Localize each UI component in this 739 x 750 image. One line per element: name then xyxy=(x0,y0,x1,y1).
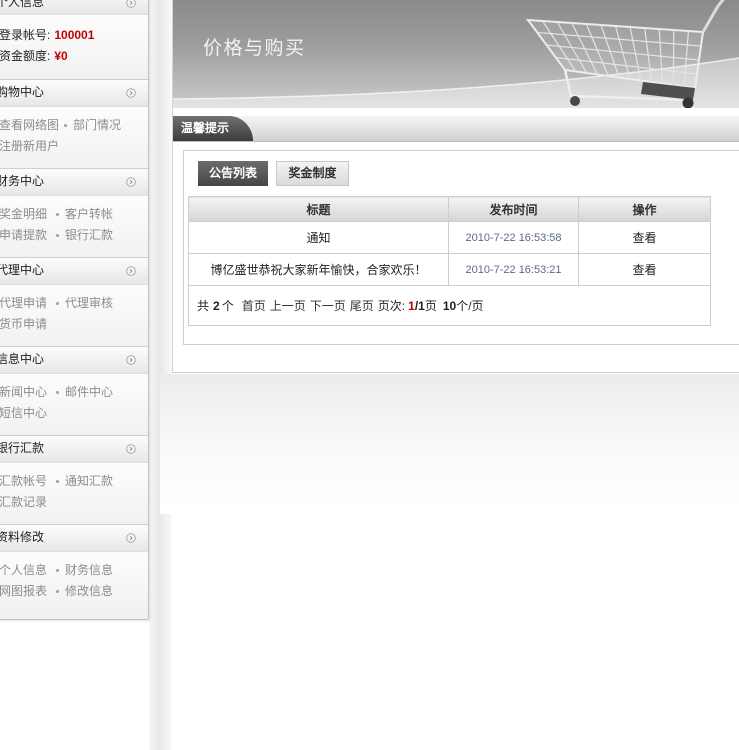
table-row: 博亿盛世恭祝大家新年愉快，合家欢乐！ 2010-7-22 16:53:21 查看 xyxy=(188,253,711,286)
notice-title: 温馨提示 xyxy=(173,116,253,141)
sidebar-item-personal-info[interactable]: 个人信息 xyxy=(0,560,51,581)
sidebar-section-title: 信息中心 xyxy=(0,352,45,366)
balance-value: ¥0 xyxy=(54,49,68,63)
sidebar-section-info-header[interactable]: 信息中心 xyxy=(0,346,148,373)
profile-panel: 登录帐号: 100001 资金额度: ¥0 xyxy=(0,14,148,79)
sidebar-item-sms-center[interactable]: 短信中心 xyxy=(0,403,51,424)
sidebar-section-shopping-menu: 查看网络图 部门情况 注册新用户 xyxy=(0,106,148,168)
sidebar-section-finance-header[interactable]: 财务中心 xyxy=(0,168,148,195)
sidebar-item-register-user[interactable]: 注册新用户 xyxy=(0,136,59,157)
table-header-row: 标题 发布时间 操作 xyxy=(188,196,711,222)
circle-arrow-icon[interactable] xyxy=(126,177,136,187)
sidebar-footer xyxy=(0,613,148,619)
page-banner: 价格与购买 xyxy=(173,0,739,108)
pager-per-page: 10 xyxy=(442,299,457,313)
sidebar: 个人信息 登录帐号: 100001 资金额度: ¥0 购物中心 查看网络图 部门情况 … xyxy=(0,0,149,620)
sidebar-item-bonus-detail[interactable]: 奖金明细 xyxy=(0,204,51,225)
sidebar-section-title: 代理中心 xyxy=(0,263,45,277)
sidebar-item-withdraw-request[interactable]: 申请提款 xyxy=(0,225,51,246)
notice-time-cell: 2010-7-22 16:53:21 xyxy=(448,253,579,286)
sidebar-item-notify-remit[interactable]: 通知汇款 xyxy=(55,471,113,492)
pager-page-label: 页次: xyxy=(377,299,406,313)
sidebar-section-bank-remit-header[interactable]: 银行汇款 xyxy=(0,435,148,462)
page-title: 价格与购买 xyxy=(203,38,306,59)
pager-current-page: 1 xyxy=(408,299,415,313)
circle-arrow-icon[interactable] xyxy=(126,88,136,98)
main-content: 价格与购买 温馨提示 公告列表 奖金制度 标题 发布时间 操作 通知 2010-… xyxy=(172,0,739,373)
sidebar-item-agent-review[interactable]: 代理审核 xyxy=(55,293,113,314)
sidebar-item-mail-center[interactable]: 邮件中心 xyxy=(55,382,113,403)
view-link[interactable]: 查看 xyxy=(578,253,711,286)
pager-total-suffix: 个 xyxy=(221,299,234,313)
circle-arrow-icon[interactable] xyxy=(126,0,136,8)
notice-title-cell: 博亿盛世恭祝大家新年愉快，合家欢乐！ xyxy=(188,253,449,286)
sidebar-item-finance-info[interactable]: 财务信息 xyxy=(55,560,113,581)
pager-total-pages: /1 xyxy=(414,299,425,313)
pager-last-link[interactable]: 尾页 xyxy=(350,297,374,314)
tab-bonus-policy[interactable]: 奖金制度 xyxy=(276,161,349,186)
column-header-action: 操作 xyxy=(578,196,711,222)
pager-total-count: 2 xyxy=(213,299,220,313)
content-bottom-fade xyxy=(160,374,739,514)
pagination-row: 共 2 个首页 上一页 下一页 尾页 页次: 1/1页 10个/页 xyxy=(188,285,711,326)
pager-total-prefix: 共 xyxy=(197,299,210,313)
notice-time-cell: 2010-7-22 16:53:58 xyxy=(448,221,579,254)
sidebar-item-remit-records[interactable]: 汇款记录 xyxy=(0,492,51,513)
sidebar-item-currency-apply[interactable]: 货币申请 xyxy=(0,314,51,335)
sidebar-section-title: 资料修改 xyxy=(0,530,45,544)
sidebar-section-profile-edit-menu: 个人信息 财务信息 网图报表 修改信息 xyxy=(0,551,148,613)
sidebar-item-remit-account[interactable]: 汇款帐号 xyxy=(0,471,51,492)
circle-arrow-icon[interactable] xyxy=(126,355,136,365)
sidebar-section-finance-menu: 奖金明细 客户转帐 申请提款 银行汇款 xyxy=(0,195,148,257)
table-row: 通知 2010-7-22 16:53:58 查看 xyxy=(188,221,711,254)
sidebar-item-bank-remit[interactable]: 银行汇款 xyxy=(55,225,113,246)
sidebar-section-title: 个人信息 xyxy=(0,0,45,9)
sidebar-section-profile-edit-header[interactable]: 资料修改 xyxy=(0,524,148,551)
sidebar-item-view-network[interactable]: 查看网络图 xyxy=(0,115,59,136)
sidebar-section-profile-header[interactable]: 个人信息 xyxy=(0,0,148,14)
circle-arrow-icon[interactable] xyxy=(126,533,136,543)
sidebar-section-shopping-header[interactable]: 购物中心 xyxy=(0,79,148,106)
pagination: 共 2 个首页 上一页 下一页 尾页 页次: 1/1页 10个/页 xyxy=(188,285,711,326)
sidebar-item-edit-info[interactable]: 修改信息 xyxy=(55,581,113,602)
sidebar-section-info-menu: 新闻中心 邮件中心 短信中心 xyxy=(0,373,148,435)
pager-next-link[interactable]: 下一页 xyxy=(310,297,346,314)
notice-title-bar: 温馨提示 xyxy=(173,116,739,142)
tab-announcements[interactable]: 公告列表 xyxy=(198,161,268,186)
pager-first-link[interactable]: 首页 xyxy=(242,297,266,314)
pager-page-unit: 页 xyxy=(424,299,437,313)
sidebar-item-news-center[interactable]: 新闻中心 xyxy=(0,382,51,403)
notice-table: 标题 发布时间 操作 通知 2010-7-22 16:53:58 查看 博亿盛世… xyxy=(188,196,711,326)
pager-per-page-unit: 个/页 xyxy=(456,299,484,313)
column-header-time: 发布时间 xyxy=(448,196,579,222)
sidebar-section-agent-header[interactable]: 代理中心 xyxy=(0,257,148,284)
balance-row: 资金额度: ¥0 xyxy=(0,46,148,67)
circle-arrow-icon[interactable] xyxy=(126,266,136,276)
balance-label: 资金额度: xyxy=(0,49,51,63)
account-label: 登录帐号: xyxy=(0,28,51,42)
sidebar-section-title: 财务中心 xyxy=(0,174,45,188)
sidebar-section-title: 银行汇款 xyxy=(0,441,45,455)
account-row: 登录帐号: 100001 xyxy=(0,25,148,46)
account-value: 100001 xyxy=(54,28,95,42)
sidebar-item-customer-transfer[interactable]: 客户转帐 xyxy=(55,204,113,225)
sidebar-item-department[interactable]: 部门情况 xyxy=(63,115,121,136)
sidebar-section-title: 购物中心 xyxy=(0,85,45,99)
notice-title-cell: 通知 xyxy=(188,221,449,254)
circle-arrow-icon[interactable] xyxy=(126,444,136,454)
sidebar-item-agent-apply[interactable]: 代理申请 xyxy=(0,293,51,314)
sidebar-item-network-report[interactable]: 网图报表 xyxy=(0,581,51,602)
notice-panel: 公告列表 奖金制度 标题 发布时间 操作 通知 2010-7-22 16:53:… xyxy=(183,150,739,345)
pager-prev-link[interactable]: 上一页 xyxy=(270,297,306,314)
view-link[interactable]: 查看 xyxy=(578,221,711,254)
sidebar-section-bank-remit-menu: 汇款帐号 通知汇款 汇款记录 xyxy=(0,462,148,524)
sidebar-section-agent-menu: 代理申请 代理审核 货币申请 xyxy=(0,284,148,346)
column-header-title: 标题 xyxy=(188,196,449,222)
